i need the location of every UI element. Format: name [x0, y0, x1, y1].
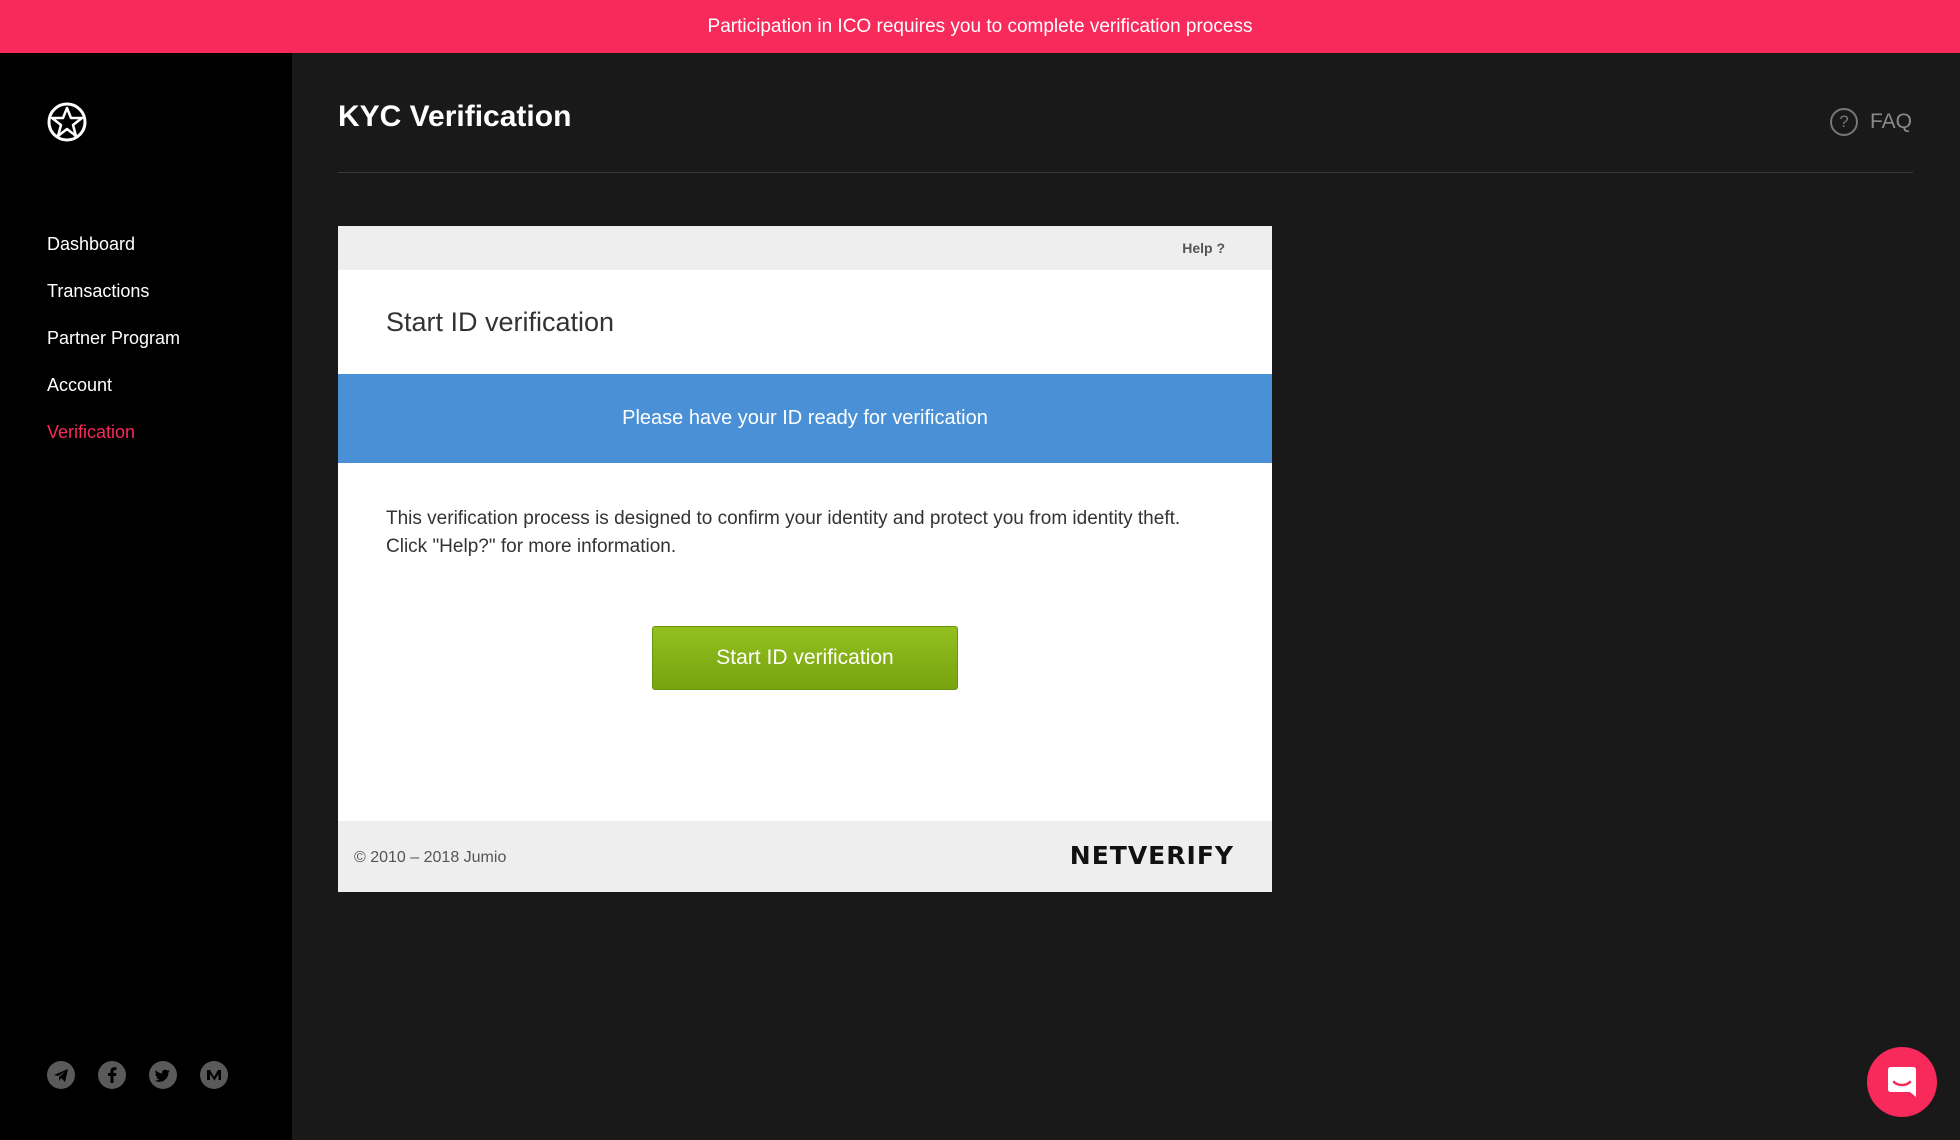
question-circle-icon: ?	[1829, 108, 1858, 136]
start-id-verification-button[interactable]: Start ID verification	[652, 626, 958, 690]
chat-button[interactable]	[1867, 1047, 1937, 1117]
faq-label: FAQ	[1869, 110, 1912, 133]
panel-description: This verification process is designed to…	[386, 508, 1181, 557]
header-divider	[338, 172, 1913, 173]
sidebar-nav: Dashboard Transactions Partner Program A…	[47, 233, 180, 468]
copyright-text: © 2010 – 2018 Jumio	[354, 849, 507, 866]
sidebar: Dashboard Transactions Partner Program A…	[0, 53, 292, 1140]
verification-banner: Participation in ICO requires you to com…	[0, 0, 1960, 53]
panel-heading: Start ID verification	[386, 306, 615, 337]
sidebar-item-account[interactable]: Account	[47, 374, 180, 421]
sidebar-item-dashboard[interactable]: Dashboard	[47, 233, 180, 280]
info-bar-text: Please have your ID ready for verificati…	[622, 407, 988, 429]
help-link[interactable]: Help ?	[1182, 240, 1225, 256]
telegram-icon[interactable]	[47, 1061, 75, 1089]
twitter-icon[interactable]	[149, 1061, 177, 1089]
banner-text: Participation in ICO requires you to com…	[707, 15, 1253, 37]
facebook-icon[interactable]	[98, 1061, 126, 1089]
chat-icon	[1888, 1067, 1916, 1097]
netverify-logo: NETVERIFY	[1069, 841, 1234, 870]
sidebar-item-verification[interactable]: Verification	[47, 421, 180, 468]
medium-icon[interactable]	[200, 1061, 228, 1089]
panel-top-bar: Help ?	[338, 226, 1272, 270]
sidebar-item-partner-program[interactable]: Partner Program	[47, 327, 180, 374]
sidebar-item-transactions[interactable]: Transactions	[47, 280, 180, 327]
verification-panel: Help ? Start ID verification Please have…	[338, 226, 1272, 892]
faq-link[interactable]: ? FAQ	[1829, 108, 1912, 136]
social-links	[47, 1061, 228, 1089]
panel-footer: © 2010 – 2018 Jumio NETVERIFY	[338, 821, 1272, 892]
page-title: KYC Verification	[338, 100, 572, 133]
star-badge-icon[interactable]	[44, 99, 90, 145]
info-bar: Please have your ID ready for verificati…	[338, 374, 1272, 463]
